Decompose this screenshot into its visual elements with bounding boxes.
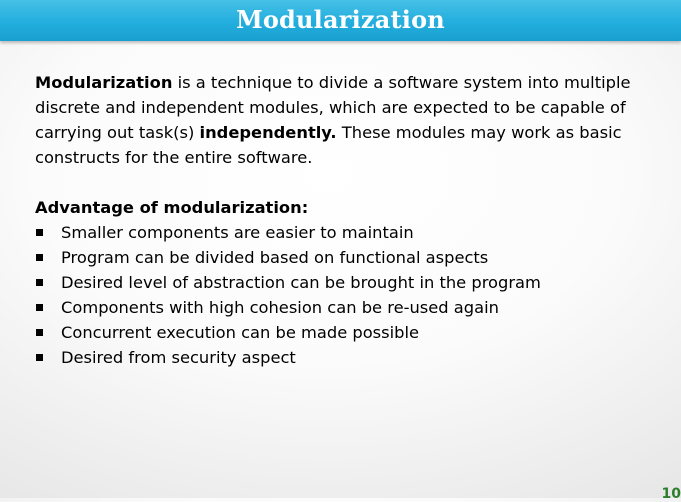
list-item: Smaller components are easier to maintai… [35, 220, 660, 245]
square-bullet-icon [36, 329, 43, 336]
square-bullet-icon [36, 354, 43, 361]
intro-paragraph: Modularization is a technique to divide … [35, 70, 660, 170]
list-item-text: Desired level of abstraction can be brou… [61, 273, 541, 292]
advantages-heading: Advantage of modularization: [35, 198, 309, 217]
list-item: Desired from security aspect [35, 345, 660, 370]
list-item: Program can be divided based on function… [35, 245, 660, 270]
list-item-text: Smaller components are easier to maintai… [61, 223, 414, 242]
slide-title: Modularization [236, 5, 445, 34]
advantages-list: Smaller components are easier to maintai… [35, 220, 660, 370]
list-item-text: Components with high cohesion can be re-… [61, 298, 499, 317]
intro-emphasis: independently. [199, 123, 337, 142]
square-bullet-icon [36, 254, 43, 261]
list-item-text: Program can be divided based on function… [61, 248, 489, 267]
slide-page-number: 10 [661, 486, 681, 502]
square-bullet-icon [36, 304, 43, 311]
square-bullet-icon [36, 279, 43, 286]
list-item: Concurrent execution can be made possibl… [35, 320, 660, 345]
list-item: Components with high cohesion can be re-… [35, 295, 660, 320]
square-bullet-icon [36, 229, 43, 236]
intro-lead-term: Modularization [35, 73, 173, 92]
list-item: Desired level of abstraction can be brou… [35, 270, 660, 295]
slide-content: Modularization is a technique to divide … [35, 70, 660, 370]
list-item-text: Desired from security aspect [61, 348, 296, 367]
list-item-text: Concurrent execution can be made possibl… [61, 323, 420, 342]
slide-title-bar: Modularization [0, 0, 681, 41]
